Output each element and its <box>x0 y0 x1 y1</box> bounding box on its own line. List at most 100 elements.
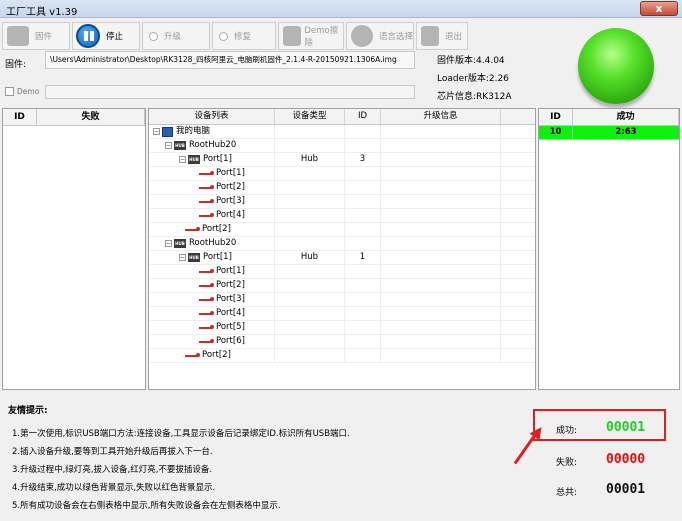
stop-button[interactable]: 停止 <box>72 22 140 50</box>
device-id-cell <box>345 195 381 208</box>
tree-node-cell: − HUB RootHub20 <box>149 139 275 152</box>
device-tree-body: − 我的电脑 − HUB RootHub20− HUB Port[1] Hub 3 Port[1]… <box>149 125 535 363</box>
tip-item: 4.升级结束,成功以绿色背景显示,失败以红色背景显示. <box>12 483 216 493</box>
firmware-version: 固件版本:4.4.04 <box>437 56 505 66</box>
firmware-button[interactable]: 固件 <box>2 22 70 50</box>
factory-tool-window: 工厂工具 v1.39 x 固件 停止 升级 修复 Demo擦除 语言选择 退出 … <box>0 0 682 521</box>
table-row[interactable]: − HUB Port[1] Hub 3 <box>149 153 535 167</box>
upgrade-info-cell <box>381 293 501 306</box>
tree-node[interactable]: Port[2] <box>199 279 245 292</box>
tree-node[interactable]: − HUB RootHub20 <box>165 139 236 152</box>
table-row[interactable]: Port[6] <box>149 335 535 349</box>
language-button[interactable]: 语言选择 <box>346 22 414 50</box>
table-row[interactable]: Port[1] <box>149 167 535 181</box>
table-row[interactable]: − 我的电脑 <box>149 125 535 139</box>
upgrade-info-cell <box>381 125 501 138</box>
tip-item: 5.所有成功设备会在右侧表格中显示,所有失败设备会在左侧表格中显示. <box>12 501 281 511</box>
table-row[interactable]: Port[2] <box>149 181 535 195</box>
table-row[interactable]: Port[3] <box>149 293 535 307</box>
exit-arrow-icon <box>421 26 439 46</box>
table-row[interactable]: − HUB Port[1] Hub 1 <box>149 251 535 265</box>
tree-node[interactable]: Port[1] <box>199 265 245 278</box>
usb-port-icon <box>199 198 214 207</box>
usb-port-icon <box>199 310 214 319</box>
tree-node-label: Port[5] <box>216 322 245 332</box>
collapse-icon[interactable]: − <box>165 142 172 149</box>
device-type-cell <box>275 237 345 250</box>
collapse-icon[interactable]: − <box>179 254 186 261</box>
device-id-cell <box>345 209 381 222</box>
usb-port-icon <box>199 268 214 277</box>
table-row[interactable]: Port[4] <box>149 307 535 321</box>
table-row[interactable]: 10 2:63 <box>539 126 679 140</box>
repair-radio[interactable]: 修复 <box>212 22 276 50</box>
demo-checkbox[interactable]: Demo <box>5 87 39 96</box>
upgrade-info-cell <box>381 279 501 292</box>
firmware-path-field[interactable]: \Users\Administrator\Desktop\RK3128_四核阿里… <box>45 51 415 69</box>
table-row[interactable]: Port[2] <box>149 279 535 293</box>
fail-table-header: ID 失败 <box>3 109 145 126</box>
demo-erase-button[interactable]: Demo擦除 <box>278 22 344 50</box>
upgrade-info-cell <box>381 167 501 180</box>
upgrade-info-cell <box>381 251 501 264</box>
tree-node[interactable]: Port[5] <box>199 321 245 334</box>
upgrade-info-cell <box>381 223 501 236</box>
tree-node[interactable]: − HUB Port[1] <box>179 251 232 264</box>
usb-hub-icon: HUB <box>188 155 200 164</box>
radio-icon <box>219 31 228 41</box>
table-row[interactable]: Port[3] <box>149 195 535 209</box>
device-id-cell <box>345 125 381 138</box>
tree-node[interactable]: Port[2] <box>199 181 245 194</box>
exit-button[interactable]: 退出 <box>416 22 468 50</box>
tree-node[interactable]: Port[4] <box>199 307 245 320</box>
tree-node[interactable]: Port[4] <box>199 209 245 222</box>
device-type-cell <box>275 139 345 152</box>
repair-label: 修复 <box>234 32 252 42</box>
tree-node[interactable]: Port[2] <box>185 349 231 362</box>
col-device-type: 设备类型 <box>275 109 345 124</box>
device-id-cell: 1 <box>345 251 381 264</box>
table-row[interactable]: − HUB RootHub20 <box>149 237 535 251</box>
device-id-cell <box>345 223 381 236</box>
upgrade-info-cell <box>381 335 501 348</box>
tree-node-cell: − HUB RootHub20 <box>149 237 275 250</box>
device-id-cell <box>345 335 381 348</box>
stop-button-label: 停止 <box>106 32 124 42</box>
tree-node[interactable]: Port[3] <box>199 195 245 208</box>
tree-node[interactable]: Port[6] <box>199 335 245 348</box>
tree-node-cell: Port[4] <box>149 209 275 222</box>
fail-col-fail: 失败 <box>37 109 145 125</box>
usb-port-icon <box>185 226 200 235</box>
collapse-icon[interactable]: − <box>179 156 186 163</box>
tree-node[interactable]: Port[1] <box>199 167 245 180</box>
fail-count-label: 失败: <box>556 458 578 468</box>
table-row[interactable]: Port[5] <box>149 321 535 335</box>
device-type-cell <box>275 279 345 292</box>
tree-node-label: Port[3] <box>216 196 245 206</box>
table-row[interactable]: Port[2] <box>149 349 535 363</box>
tree-node-cell: Port[1] <box>149 265 275 278</box>
firmware-path-label: 固件: <box>5 60 27 70</box>
tree-node[interactable]: Port[3] <box>199 293 245 306</box>
tree-node[interactable]: − 我的电脑 <box>153 125 210 138</box>
upgrade-radio[interactable]: 升级 <box>142 22 210 50</box>
total-count-value: 00001 <box>606 482 646 497</box>
table-row[interactable]: Port[2] <box>149 223 535 237</box>
col-id: ID <box>345 109 381 124</box>
tree-node[interactable]: − HUB RootHub20 <box>165 237 236 250</box>
table-row[interactable]: Port[4] <box>149 209 535 223</box>
tree-node[interactable]: − HUB Port[1] <box>179 153 232 166</box>
table-row[interactable]: − HUB RootHub20 <box>149 139 535 153</box>
tree-node-cell: Port[1] <box>149 167 275 180</box>
device-type-cell <box>275 195 345 208</box>
fail-table: ID 失败 <box>2 108 146 390</box>
collapse-icon[interactable]: − <box>153 128 160 135</box>
close-button[interactable]: x <box>640 1 678 16</box>
collapse-icon[interactable]: − <box>165 240 172 247</box>
tree-node[interactable]: Port[2] <box>185 223 231 236</box>
device-id-cell <box>345 237 381 250</box>
tree-node-cell: Port[2] <box>149 279 275 292</box>
tree-node-label: RootHub20 <box>189 140 237 150</box>
device-id-cell <box>345 321 381 334</box>
table-row[interactable]: Port[1] <box>149 265 535 279</box>
